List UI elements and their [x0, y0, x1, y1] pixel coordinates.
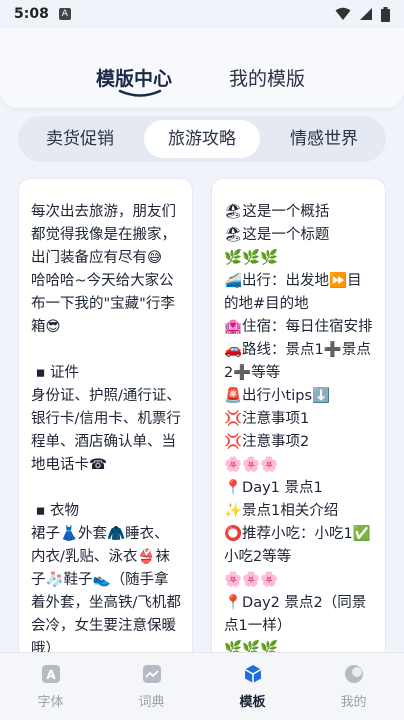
profile-icon — [344, 665, 363, 683]
template-card[interactable]: 每次出去旅游，朋友们都觉得我像是在搬家，出门装备应有尽有😅 哈哈哈~今天给大家公… — [18, 178, 193, 678]
tab-template-center[interactable]: 模版中心 — [96, 64, 172, 91]
signal-icon — [360, 8, 372, 20]
wifi-icon — [335, 7, 351, 20]
status-time: 5:08 — [14, 6, 49, 22]
nav-label: 词典 — [138, 695, 165, 710]
nav-item-template[interactable]: 模板 — [202, 653, 303, 720]
subtab-emotional-world[interactable]: 情感世界 — [266, 120, 382, 158]
nav-label: 我的 — [340, 695, 367, 710]
template-card[interactable]: 🏖这是一个概括 🏖这是一个标题 🌿🌿🌿 🚄出行：出发地⏩目的地#目的地 🏩住宿：… — [211, 178, 386, 678]
tab-my-templates[interactable]: 我的模版 — [229, 64, 305, 91]
header: 模版中心 我的模版 — [0, 28, 404, 108]
status-bar: 5:08 A — [0, 0, 404, 28]
template-card-text: 🏖这是一个概括 🏖这是一个标题 🌿🌿🌿 🚄出行：出发地⏩目的地#目的地 🏩住宿：… — [224, 204, 373, 657]
nav-label: 字体 — [37, 695, 64, 710]
active-tab-indicator — [118, 89, 162, 97]
cube-icon — [244, 665, 261, 683]
nav-item-font[interactable]: A 字体 — [0, 653, 101, 720]
nav-item-dictionary[interactable]: 词典 — [101, 653, 202, 720]
notification-badge-icon: A — [58, 8, 71, 20]
font-icon: A — [41, 665, 60, 683]
nav-label: 模板 — [239, 695, 266, 710]
status-icons — [335, 6, 390, 22]
nav-item-profile[interactable]: 我的 — [303, 653, 404, 720]
category-tabs: 卖货促销 旅游攻略 情感世界 — [18, 116, 386, 162]
svg-text:A: A — [46, 668, 56, 682]
template-card-text: 每次出去旅游，朋友们都觉得我像是在搬家，出门装备应有尽有😅 哈哈哈~今天给大家公… — [31, 204, 181, 657]
bottom-nav: A 字体 词典 模板 我的 — [0, 652, 404, 720]
subtab-travel-guide[interactable]: 旅游攻略 — [144, 120, 260, 158]
battery-icon — [381, 6, 390, 22]
dictionary-icon — [142, 665, 161, 683]
subtab-sales-promotion[interactable]: 卖货促销 — [22, 120, 138, 158]
